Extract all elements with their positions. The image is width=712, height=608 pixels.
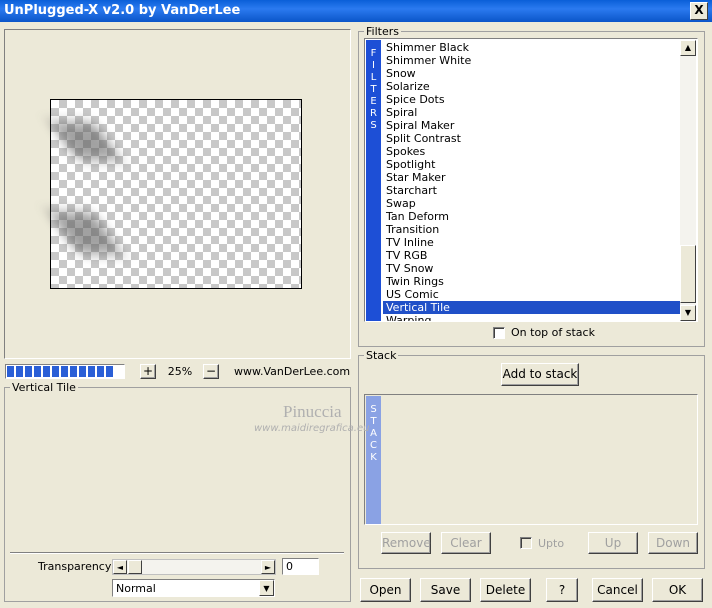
filter-list-item[interactable]: TV Snow bbox=[383, 262, 680, 275]
filter-list-item[interactable]: Twin Rings bbox=[383, 275, 680, 288]
filter-list-item[interactable]: Solarize bbox=[383, 80, 680, 93]
blend-mode-value: Normal bbox=[116, 582, 156, 595]
ok-button[interactable]: OK bbox=[652, 578, 703, 602]
transparency-label: Transparency bbox=[38, 560, 112, 573]
filters-tab: FILTERS bbox=[366, 40, 381, 321]
slider-thumb[interactable] bbox=[128, 560, 142, 574]
zoom-out-button[interactable]: − bbox=[203, 364, 219, 379]
on-top-label: On top of stack bbox=[511, 326, 595, 339]
filter-list-item[interactable]: Spiral bbox=[383, 106, 680, 119]
help-button[interactable]: ? bbox=[546, 578, 578, 602]
filters-tab-letter: R bbox=[370, 108, 377, 119]
delete-button[interactable]: Delete bbox=[480, 578, 531, 602]
filters-tab-letter: S bbox=[370, 120, 377, 131]
progress-segment bbox=[25, 366, 32, 377]
scroll-down-icon[interactable]: ▼ bbox=[680, 305, 696, 321]
transparency-input[interactable]: 0 bbox=[282, 558, 319, 575]
zoom-value: 25% bbox=[167, 365, 193, 378]
progress-segment bbox=[34, 366, 41, 377]
filter-list-item[interactable]: TV RGB bbox=[383, 249, 680, 262]
up-button[interactable]: Up bbox=[588, 532, 638, 554]
filter-list-item[interactable]: Vertical Tile bbox=[383, 301, 680, 314]
filter-list-item[interactable]: Transition bbox=[383, 223, 680, 236]
stack-tab-letter: K bbox=[370, 452, 377, 463]
stack-tab-letter: C bbox=[370, 440, 377, 451]
filters-list[interactable]: Shimmer Black Shimmer White Snow Solarize Sp… bbox=[383, 41, 680, 321]
settings-title: Vertical Tile bbox=[10, 381, 78, 394]
save-button[interactable]: Save bbox=[420, 578, 471, 602]
cancel-button[interactable]: Cancel bbox=[592, 578, 643, 602]
progress-bar bbox=[5, 364, 125, 379]
stack-tab-letter: S bbox=[370, 404, 377, 415]
progress-segment bbox=[79, 366, 86, 377]
add-to-stack-button[interactable]: Add to stack bbox=[501, 363, 579, 386]
progress-segment bbox=[106, 366, 113, 377]
open-button[interactable]: Open bbox=[360, 578, 411, 602]
filter-list-item[interactable]: Star Maker bbox=[383, 171, 680, 184]
progress-segment bbox=[16, 366, 23, 377]
progress-segment bbox=[43, 366, 50, 377]
preview-image[interactable] bbox=[48, 99, 302, 289]
progress-segment bbox=[97, 366, 104, 377]
filter-list-item[interactable]: Spice Dots bbox=[383, 93, 680, 106]
progress-segment bbox=[7, 366, 14, 377]
filter-list-item[interactable]: Split Contrast bbox=[383, 132, 680, 145]
preview-shadow-bottom bbox=[48, 212, 123, 254]
remove-button[interactable]: Remove bbox=[381, 532, 431, 554]
filters-title: Filters bbox=[364, 25, 401, 38]
progress-segment bbox=[70, 366, 77, 377]
progress-segment bbox=[52, 366, 59, 377]
filter-list-item[interactable]: Starchart bbox=[383, 184, 680, 197]
stack-tab: STACK bbox=[366, 396, 381, 524]
progress-segment bbox=[61, 366, 68, 377]
transparency-slider[interactable]: ◄ ► bbox=[112, 559, 276, 575]
scroll-thumb[interactable] bbox=[680, 245, 696, 303]
filter-list-item[interactable]: Tan Deform bbox=[383, 210, 680, 223]
watermark-url: www.maidiregrafica.eu bbox=[254, 423, 370, 434]
upto-label: Upto bbox=[538, 537, 565, 550]
filter-list-item[interactable]: Warping bbox=[383, 314, 680, 321]
clear-button[interactable]: Clear bbox=[441, 532, 491, 554]
blend-dropdown-icon[interactable]: ▼ bbox=[259, 580, 274, 596]
blend-mode-select[interactable]: Normal ▼ bbox=[112, 579, 275, 597]
filters-tab-letter: I bbox=[372, 60, 375, 71]
close-button[interactable]: X bbox=[690, 2, 708, 20]
filters-scrollbar[interactable]: ▲ ▼ bbox=[680, 40, 696, 321]
filter-list-item[interactable]: Spokes bbox=[383, 145, 680, 158]
upto-checkbox[interactable] bbox=[520, 537, 532, 549]
down-button[interactable]: Down bbox=[648, 532, 698, 554]
filter-list-item[interactable]: Snow bbox=[383, 67, 680, 80]
preview-shadow-top bbox=[49, 122, 122, 160]
window-title: UnPlugged-X v2.0 by VanDerLee bbox=[4, 3, 241, 18]
on-top-checkbox[interactable] bbox=[493, 327, 505, 339]
zoom-in-button[interactable]: + bbox=[140, 364, 156, 379]
slider-right-arrow[interactable]: ► bbox=[261, 560, 275, 574]
filters-tab-letter: T bbox=[370, 84, 377, 95]
scroll-up-icon[interactable]: ▲ bbox=[680, 40, 696, 56]
stack-tab-letter: A bbox=[370, 428, 377, 439]
filter-list-item[interactable]: Spotlight bbox=[383, 158, 680, 171]
filter-list-item[interactable]: Shimmer Black bbox=[383, 41, 680, 54]
filter-list-item[interactable]: TV Inline bbox=[383, 236, 680, 249]
stack-tab-letter: T bbox=[370, 416, 377, 427]
stack-title: Stack bbox=[364, 349, 399, 362]
progress-segment bbox=[88, 366, 95, 377]
website-label[interactable]: www.VanDerLee.com bbox=[234, 364, 350, 379]
filters-tab-letter: L bbox=[370, 72, 377, 83]
filter-list-item[interactable]: Shimmer White bbox=[383, 54, 680, 67]
transparency-divider bbox=[10, 552, 344, 554]
filters-tab-letter: E bbox=[370, 96, 377, 107]
watermark-name: Pinuccia bbox=[283, 402, 342, 421]
filter-list-item[interactable]: Swap bbox=[383, 197, 680, 210]
stack-list[interactable] bbox=[364, 394, 698, 525]
slider-left-arrow[interactable]: ◄ bbox=[113, 560, 127, 574]
filter-list-item[interactable]: US Comic bbox=[383, 288, 680, 301]
filters-tab-letter: F bbox=[370, 48, 377, 59]
filter-list-item[interactable]: Spiral Maker bbox=[383, 119, 680, 132]
